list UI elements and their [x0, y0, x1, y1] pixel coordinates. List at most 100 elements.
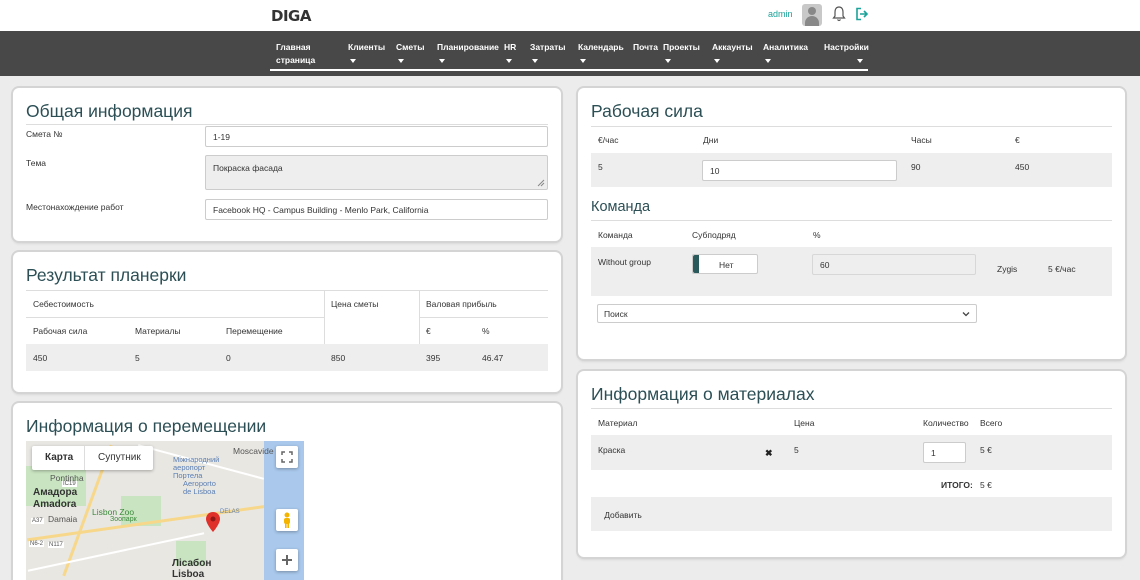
topic-field[interactable]: Покраска фасада: [205, 155, 548, 190]
nav-analytics-label: Аналитика: [763, 42, 808, 52]
toggle-knob: [693, 255, 699, 273]
nav-accounts-label: Аккаунты: [712, 42, 753, 52]
logo[interactable]: DIGA: [271, 7, 311, 25]
location-value: Facebook HQ - Campus Building - Menlo Pa…: [213, 204, 429, 215]
quantity-value: 1: [931, 447, 936, 458]
user-name-link[interactable]: admin: [768, 9, 793, 19]
pct-field[interactable]: 60: [812, 254, 976, 275]
nav-estimates[interactable]: Сметы: [396, 41, 424, 63]
map-label: DELAS: [220, 509, 240, 515]
pct-col-header: %: [813, 230, 821, 240]
labor-col-header: Рабочая сила: [33, 326, 88, 336]
resize-handle-icon[interactable]: [537, 179, 545, 187]
materials-col-header: Материалы: [135, 326, 181, 336]
nav-underline: [270, 69, 868, 71]
planning-result-title: Результат планерки: [26, 265, 187, 285]
member-rate: 5 €/час: [1048, 264, 1076, 274]
hours-header: Часы: [911, 135, 932, 145]
nav-analytics[interactable]: Аналитика: [763, 41, 808, 63]
chevron-down-icon: [580, 59, 586, 63]
nav-mail[interactable]: Почта: [633, 41, 658, 54]
add-material-button[interactable]: Добавить: [597, 506, 649, 524]
chevron-down-icon: [857, 59, 863, 63]
divider: [26, 124, 548, 125]
materials-title: Информация о материалах: [591, 384, 815, 404]
nav-projects[interactable]: Проекты: [663, 41, 700, 63]
chevron-down-icon: [765, 59, 771, 63]
map-type-switch: Карта Супутник: [32, 446, 153, 470]
zoom-in-button[interactable]: [276, 549, 298, 571]
team-group: Without group: [598, 257, 651, 267]
divider: [26, 317, 324, 318]
map-pin-icon[interactable]: [206, 512, 220, 532]
topic-label: Тема: [26, 158, 47, 168]
divider: [419, 291, 420, 344]
row-price: 850: [331, 353, 346, 363]
topic-value: Покраска фасада: [213, 163, 283, 173]
nav-clients[interactable]: Клиенты: [348, 41, 385, 63]
movement-col-header: Перемещение: [226, 326, 283, 336]
chevron-down-icon: [439, 59, 445, 63]
map-label: A37: [31, 518, 44, 524]
chevron-down-icon: [506, 59, 512, 63]
nav-calendar-label: Календарь: [578, 42, 624, 52]
sum-label: ИТОГО:: [941, 480, 973, 490]
nav-planning[interactable]: Планирование: [437, 41, 499, 63]
map-label: Moscavide: [233, 446, 274, 456]
pegman-icon: [284, 512, 290, 528]
euro-header: €: [1015, 135, 1020, 145]
qty-col-header: Количество: [923, 418, 969, 428]
remove-material-button[interactable]: ✖: [765, 448, 773, 459]
satellite-tab[interactable]: Супутник: [98, 452, 141, 463]
nav-calendar[interactable]: Календарь: [578, 41, 624, 63]
material-total: 5 €: [980, 445, 992, 455]
nav-home-line2: страница: [276, 55, 316, 65]
map-label: Aeroporto de Lisboa: [183, 479, 216, 496]
chevron-down-icon: [350, 59, 356, 63]
row-profit-pct: 46.47: [482, 353, 504, 363]
fullscreen-button[interactable]: [276, 446, 298, 468]
bell-icon[interactable]: [832, 6, 846, 22]
map-label: Міжнародний аеропорт Портела: [173, 455, 220, 480]
nav-home[interactable]: Главная страница: [276, 41, 315, 67]
material-name: Краска: [598, 445, 626, 455]
map-label: Lisboa: [172, 569, 205, 580]
nav-expenses[interactable]: Затраты: [530, 41, 566, 63]
estimate-number-field[interactable]: 1-19: [205, 126, 548, 147]
nav-settings[interactable]: Настройки: [824, 41, 869, 63]
subcontract-toggle[interactable]: Нет: [692, 254, 758, 274]
nav-mail-label: Почта: [633, 42, 658, 52]
profit-header: Валовая прибыль: [426, 299, 497, 309]
map-label: Damaia: [48, 514, 78, 524]
divider: [591, 408, 1112, 409]
labor-rate: 5: [598, 162, 603, 172]
nav-estimates-label: Сметы: [396, 42, 425, 52]
member-search-select[interactable]: Поиск: [597, 304, 977, 323]
divider: [26, 290, 548, 291]
chevron-down-icon: [962, 312, 970, 317]
team-title: Команда: [591, 199, 651, 215]
logout-icon[interactable]: [855, 7, 869, 21]
nav-hr[interactable]: HR: [504, 41, 516, 63]
chevron-down-icon: [532, 59, 538, 63]
nav-projects-label: Проекты: [663, 42, 700, 52]
labor-title: Рабочая сила: [591, 101, 703, 121]
street-view-button[interactable]: [276, 509, 298, 531]
table-row: [26, 344, 548, 371]
general-info-title: Общая информация: [26, 101, 193, 121]
chevron-down-icon: [714, 59, 720, 63]
chevron-down-icon: [398, 59, 404, 63]
nav-accounts[interactable]: Аккаунты: [712, 41, 753, 63]
estimate-number-label: Смета №: [26, 129, 63, 139]
quantity-input[interactable]: 1: [923, 442, 966, 463]
row-profit-eur: 395: [426, 353, 441, 363]
map-tab[interactable]: Карта: [45, 452, 73, 463]
days-input[interactable]: 10: [702, 160, 897, 181]
location-field[interactable]: Facebook HQ - Campus Building - Menlo Pa…: [205, 199, 548, 220]
nav-settings-label: Настройки: [824, 42, 869, 52]
divider: [324, 291, 325, 344]
nav-planning-label: Планирование: [437, 42, 499, 52]
map-label: N117: [48, 542, 64, 548]
avatar[interactable]: [802, 4, 822, 26]
row-materials: 5: [135, 353, 140, 363]
